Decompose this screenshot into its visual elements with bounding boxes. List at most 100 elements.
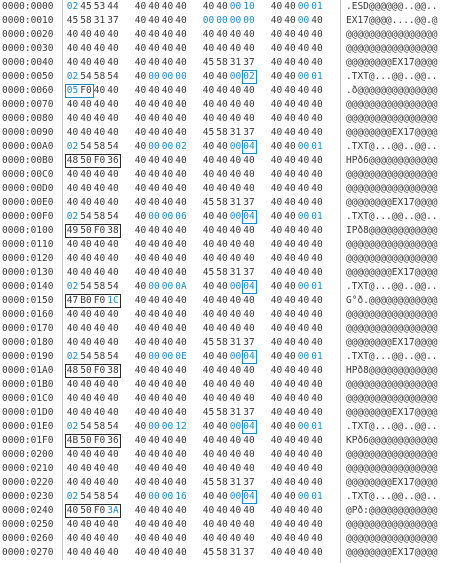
hex-byte[interactable]: 37 <box>243 336 256 350</box>
hex-byte[interactable]: 40 <box>202 322 215 336</box>
hex-byte[interactable]: 40 <box>202 70 215 84</box>
hex-byte[interactable]: 40 <box>297 546 310 560</box>
hex-byte[interactable]: 40 <box>175 224 188 238</box>
hex-byte[interactable]: 40 <box>107 182 120 196</box>
ascii-text[interactable]: @Pð:@@@@@@@@@@@@ <box>346 504 438 518</box>
hex-byte[interactable]: 40 <box>270 210 283 224</box>
hex-byte[interactable]: 01 <box>311 350 324 364</box>
ascii-text[interactable]: @@@@@@@@EX17@@@@ <box>346 196 438 210</box>
hex-byte[interactable]: 54 <box>107 140 120 154</box>
hex-byte[interactable]: 00 <box>161 210 174 224</box>
hex-byte[interactable]: 40 <box>148 154 161 168</box>
hex-byte[interactable]: 40 <box>80 392 93 406</box>
hex-byte[interactable]: 40 <box>148 28 161 42</box>
hex-byte[interactable]: 00 <box>229 210 242 224</box>
ascii-text[interactable]: .TXT@...@@..@@.. <box>346 140 438 154</box>
hex-byte[interactable]: 40 <box>107 476 120 490</box>
hex-byte[interactable]: 40 <box>161 378 174 392</box>
hex-byte[interactable]: 40 <box>66 196 79 210</box>
hex-byte[interactable]: 40 <box>93 56 106 70</box>
hex-byte[interactable]: 40 <box>175 392 188 406</box>
hex-byte[interactable]: 40 <box>66 126 79 140</box>
hex-byte[interactable]: 40 <box>270 168 283 182</box>
hex-byte[interactable]: 40 <box>216 504 229 518</box>
hex-byte[interactable]: 40 <box>311 336 324 350</box>
hex-byte[interactable]: 58 <box>216 406 229 420</box>
hex-byte[interactable]: 40 <box>311 364 324 378</box>
hex-byte[interactable]: 40 <box>175 294 188 308</box>
hex-byte[interactable]: 00 <box>148 210 161 224</box>
hex-byte[interactable]: 40 <box>229 98 242 112</box>
hex-byte[interactable]: 40 <box>311 294 324 308</box>
hex-byte[interactable]: 40 <box>148 322 161 336</box>
hex-byte[interactable]: 58 <box>216 266 229 280</box>
hex-byte[interactable]: 40 <box>107 406 120 420</box>
hex-byte[interactable]: 40 <box>66 112 79 126</box>
hex-row[interactable]: 0000:0210 40 40 40 40 40 40 40 40 40 40 40 40 40 40 40 4… <box>0 462 462 476</box>
hex-byte[interactable]: 40 <box>175 154 188 168</box>
hex-byte[interactable]: 40 <box>175 98 188 112</box>
hex-byte[interactable]: 00 <box>148 280 161 294</box>
hex-byte[interactable]: 06 <box>175 210 188 224</box>
hex-byte[interactable]: 40 <box>66 532 79 546</box>
hex-byte[interactable]: 40 <box>148 406 161 420</box>
hex-byte[interactable]: 40 <box>107 196 120 210</box>
hex-byte[interactable]: 40 <box>284 308 297 322</box>
hex-byte[interactable]: 40 <box>311 266 324 280</box>
ascii-text[interactable]: @@@@@@@@@@@@@@@@ <box>346 168 438 182</box>
hex-byte[interactable]: 40 <box>216 252 229 266</box>
hex-byte[interactable]: 40 <box>216 308 229 322</box>
hex-byte[interactable]: 40 <box>270 532 283 546</box>
hex-byte[interactable]: 40 <box>148 126 161 140</box>
hex-byte[interactable]: 40 <box>93 98 106 112</box>
hex-byte[interactable]: 54 <box>80 350 93 364</box>
hex-byte[interactable]: 40 <box>93 252 106 266</box>
hex-byte[interactable]: 40 <box>297 476 310 490</box>
hex-byte[interactable]: 40 <box>66 308 79 322</box>
hex-byte[interactable]: 40 <box>216 434 229 448</box>
hex-byte[interactable]: 40 <box>202 448 215 462</box>
hex-byte[interactable]: 40 <box>284 14 297 28</box>
hex-byte[interactable]: 40 <box>175 266 188 280</box>
hex-byte[interactable]: 02 <box>66 0 79 14</box>
hex-byte[interactable]: 40 <box>93 406 106 420</box>
hex-byte[interactable]: 40 <box>284 532 297 546</box>
hex-byte[interactable]: 40 <box>270 392 283 406</box>
hex-byte[interactable]: 31 <box>229 406 242 420</box>
hex-byte[interactable]: 40 <box>134 266 147 280</box>
hex-byte[interactable]: 40 <box>161 266 174 280</box>
hex-byte[interactable]: 40 <box>297 182 310 196</box>
hex-byte[interactable]: 40 <box>270 280 283 294</box>
hex-byte[interactable]: 40 <box>297 154 310 168</box>
hex-byte[interactable]: 40 <box>93 196 106 210</box>
hex-byte[interactable]: 40 <box>107 336 120 350</box>
hex-byte[interactable]: 40 <box>134 336 147 350</box>
hex-byte[interactable]: 40 <box>229 252 242 266</box>
hex-byte[interactable]: 40 <box>216 224 229 238</box>
hex-byte[interactable]: 58 <box>93 490 106 504</box>
hex-byte[interactable]: 40 <box>161 126 174 140</box>
hex-byte[interactable]: 40 <box>243 154 256 168</box>
hex-byte[interactable]: 40 <box>134 420 147 434</box>
hex-byte[interactable]: 40 <box>107 308 120 322</box>
hex-byte[interactable]: 40 <box>66 518 79 532</box>
ascii-text[interactable]: @@@@@@@@EX17@@@@ <box>346 126 438 140</box>
hex-byte[interactable]: 40 <box>161 392 174 406</box>
hex-byte[interactable]: 40 <box>107 98 120 112</box>
hex-byte[interactable]: 40 <box>297 84 310 98</box>
hex-byte[interactable]: 37 <box>243 546 256 560</box>
hex-byte[interactable]: 40 <box>216 140 229 154</box>
hex-byte[interactable]: 40 <box>229 462 242 476</box>
hex-byte[interactable]: 40 <box>297 224 310 238</box>
hex-byte[interactable]: 40 <box>66 238 79 252</box>
hex-byte[interactable]: 40 <box>148 294 161 308</box>
hex-byte[interactable]: 40 <box>284 490 297 504</box>
hex-byte[interactable]: 40 <box>297 28 310 42</box>
hex-byte[interactable]: 40 <box>216 112 229 126</box>
hex-byte[interactable]: 40 <box>311 378 324 392</box>
hex-byte[interactable]: 40 <box>284 392 297 406</box>
hex-byte[interactable]: 40 <box>216 168 229 182</box>
hex-byte[interactable]: 40 <box>270 518 283 532</box>
hex-byte[interactable]: 00 <box>243 14 256 28</box>
hex-row[interactable]: 0000:0220 40 40 40 40 40 40 40 40 45 58 31 37 40 40 40 4… <box>0 476 462 490</box>
